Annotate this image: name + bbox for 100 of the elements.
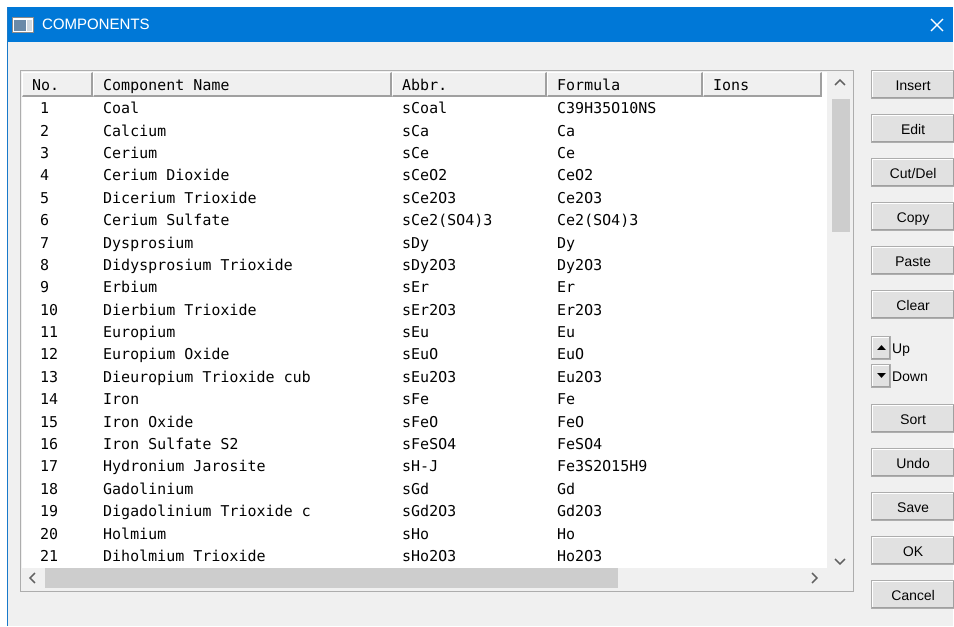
table-cell-text: 11 bbox=[39, 323, 60, 342]
scroll-down-icon[interactable] bbox=[834, 557, 846, 566]
table-cell-text: 16 bbox=[39, 435, 60, 454]
table-cell-text: FeSO4 bbox=[556, 435, 604, 454]
table-cell-text: Erbium bbox=[102, 278, 158, 296]
dialog-button[interactable]: OK bbox=[871, 536, 954, 565]
table-cell-text: Diholmium Trioxide bbox=[102, 547, 267, 565]
dialog-button[interactable]: Copy bbox=[871, 202, 954, 231]
table-cell-text: Eu bbox=[556, 323, 576, 342]
table-cell-text: 14 bbox=[39, 390, 60, 408]
table-cell-text: CeO2 bbox=[556, 166, 594, 184]
table-cell-text: sFeSO4 bbox=[401, 435, 458, 454]
table-cell-text: Iron Oxide bbox=[102, 412, 194, 431]
table-cell-text: Er2O3 bbox=[556, 300, 604, 319]
dialog-button[interactable]: Edit bbox=[871, 114, 954, 143]
table-cell-text: sEu bbox=[401, 323, 430, 342]
table-cell-text: Coal bbox=[102, 99, 140, 118]
scroll-up-icon[interactable] bbox=[834, 78, 846, 87]
table-cell-text: Calcium bbox=[102, 122, 168, 140]
dialog-button[interactable]: Insert bbox=[871, 70, 954, 99]
table-cell-text: 19 bbox=[39, 502, 60, 520]
window-title: COMPONENTS bbox=[42, 16, 151, 33]
table-cell-text: sCe bbox=[401, 144, 430, 162]
table-cell-text: Digadolinium Trioxide c bbox=[102, 502, 312, 520]
move-up-button[interactable] bbox=[871, 336, 891, 360]
table-cell-text: Ho bbox=[556, 524, 576, 543]
table-cell-text: Dysprosium bbox=[102, 234, 194, 252]
table-cell-text: FeO bbox=[556, 412, 586, 431]
table-cell-text: Iron bbox=[102, 390, 140, 408]
table-cell-text: Ce2(SO4)3 bbox=[556, 211, 640, 230]
table-cell-text: sCa bbox=[401, 122, 430, 140]
move-down-button[interactable] bbox=[871, 364, 891, 388]
component-list[interactable] bbox=[20, 70, 854, 592]
table-cell-text: Cerium Sulfate bbox=[102, 211, 230, 230]
dialog-button[interactable]: Paste bbox=[871, 246, 954, 275]
table-cell-text: 1 bbox=[39, 99, 50, 118]
dialog-button[interactable]: Sort bbox=[871, 404, 954, 433]
dialog-button[interactable]: Undo bbox=[871, 448, 954, 477]
dialog-button[interactable]: Cancel bbox=[871, 580, 954, 609]
table-cell-text: 3 bbox=[39, 144, 50, 162]
table-cell-text: Holmium bbox=[102, 524, 168, 543]
column-header[interactable]: No. bbox=[22, 72, 93, 97]
dialog-button[interactable]: Clear bbox=[871, 290, 954, 319]
table-cell-text: Ho2O3 bbox=[556, 547, 604, 565]
table-cell-text: 17 bbox=[39, 457, 60, 476]
table-cell-text: Didysprosium Trioxide bbox=[102, 256, 294, 274]
table-cell-text: sGd2O3 bbox=[401, 502, 458, 520]
scrollbar-thumb[interactable] bbox=[832, 99, 850, 232]
table-cell-text: 20 bbox=[39, 524, 60, 543]
table-cell-text: Ce2O3 bbox=[556, 188, 604, 207]
column-header[interactable]: Formula bbox=[547, 72, 703, 97]
scrollbar-thumb[interactable] bbox=[45, 568, 618, 588]
column-header[interactable]: Abbr. bbox=[392, 72, 547, 97]
triangle-up-icon bbox=[876, 345, 886, 350]
table-cell-text: sCoal bbox=[401, 99, 448, 118]
table-cell-text: 12 bbox=[39, 345, 60, 364]
column-header[interactable]: Ions bbox=[703, 72, 822, 97]
table-cell-text: sEr2O3 bbox=[401, 300, 458, 319]
table-cell-text: sCeO2 bbox=[401, 166, 448, 184]
table-cell-text: Dierbium Trioxide bbox=[102, 300, 258, 319]
table-cell-text: sHo2O3 bbox=[401, 547, 458, 565]
table-cell-text: sDy bbox=[401, 234, 430, 252]
table-cell-text: 5 bbox=[39, 188, 50, 207]
table-cell-text: 9 bbox=[39, 278, 50, 296]
table-cell-text: sCe2(SO4)3 bbox=[401, 211, 494, 230]
table-cell-text: Fe3S2O15H9 bbox=[556, 457, 648, 476]
table-cell-text: Cerium Dioxide bbox=[102, 166, 230, 184]
dialog-button[interactable]: Cut/Del bbox=[871, 158, 954, 187]
table-cell-text: Cerium bbox=[102, 144, 158, 162]
table-cell-text: Gadolinium bbox=[102, 480, 194, 498]
table-cell-text: Dieuropium Trioxide cub bbox=[102, 368, 312, 386]
table-cell-text: Ce bbox=[556, 144, 576, 162]
close-icon[interactable] bbox=[929, 16, 945, 32]
scroll-left-icon[interactable] bbox=[28, 572, 37, 584]
move-label: Up bbox=[891, 340, 910, 356]
table-cell-text: 2 bbox=[39, 122, 50, 140]
table-cell-text: Hydronium Jarosite bbox=[102, 457, 267, 476]
column-header[interactable]: Component Name bbox=[93, 72, 392, 97]
table-cell-text: 6 bbox=[39, 211, 50, 230]
table-cell-text: Fe bbox=[556, 390, 576, 408]
table-cell-text: sHo bbox=[401, 524, 430, 543]
table-cell-text: Ca bbox=[556, 122, 576, 140]
table-cell-text: Gd bbox=[556, 480, 576, 498]
table-cell-text: 7 bbox=[39, 234, 50, 252]
table-cell-text: sH-J bbox=[401, 457, 440, 476]
table-cell-text: sFeO bbox=[401, 412, 440, 431]
window-icon bbox=[12, 16, 34, 32]
table-cell-text: 10 bbox=[39, 300, 60, 319]
table-cell-text: C39H35O10NS bbox=[556, 99, 658, 118]
table-cell-text: EuO bbox=[556, 345, 586, 364]
table-cell-text: 21 bbox=[39, 547, 60, 565]
table-cell-text: Dy2O3 bbox=[556, 256, 604, 274]
table-cell-text: Europium bbox=[102, 323, 176, 342]
table-cell-text: sFe bbox=[401, 390, 430, 408]
table-cell-text: sCe2O3 bbox=[401, 188, 458, 207]
table-cell-text: sEuO bbox=[401, 345, 440, 364]
scroll-right-icon[interactable] bbox=[810, 572, 819, 584]
table-cell-text: sGd bbox=[401, 480, 430, 498]
table-cell-text: Dicerium Trioxide bbox=[102, 188, 258, 207]
dialog-button[interactable]: Save bbox=[871, 492, 954, 521]
